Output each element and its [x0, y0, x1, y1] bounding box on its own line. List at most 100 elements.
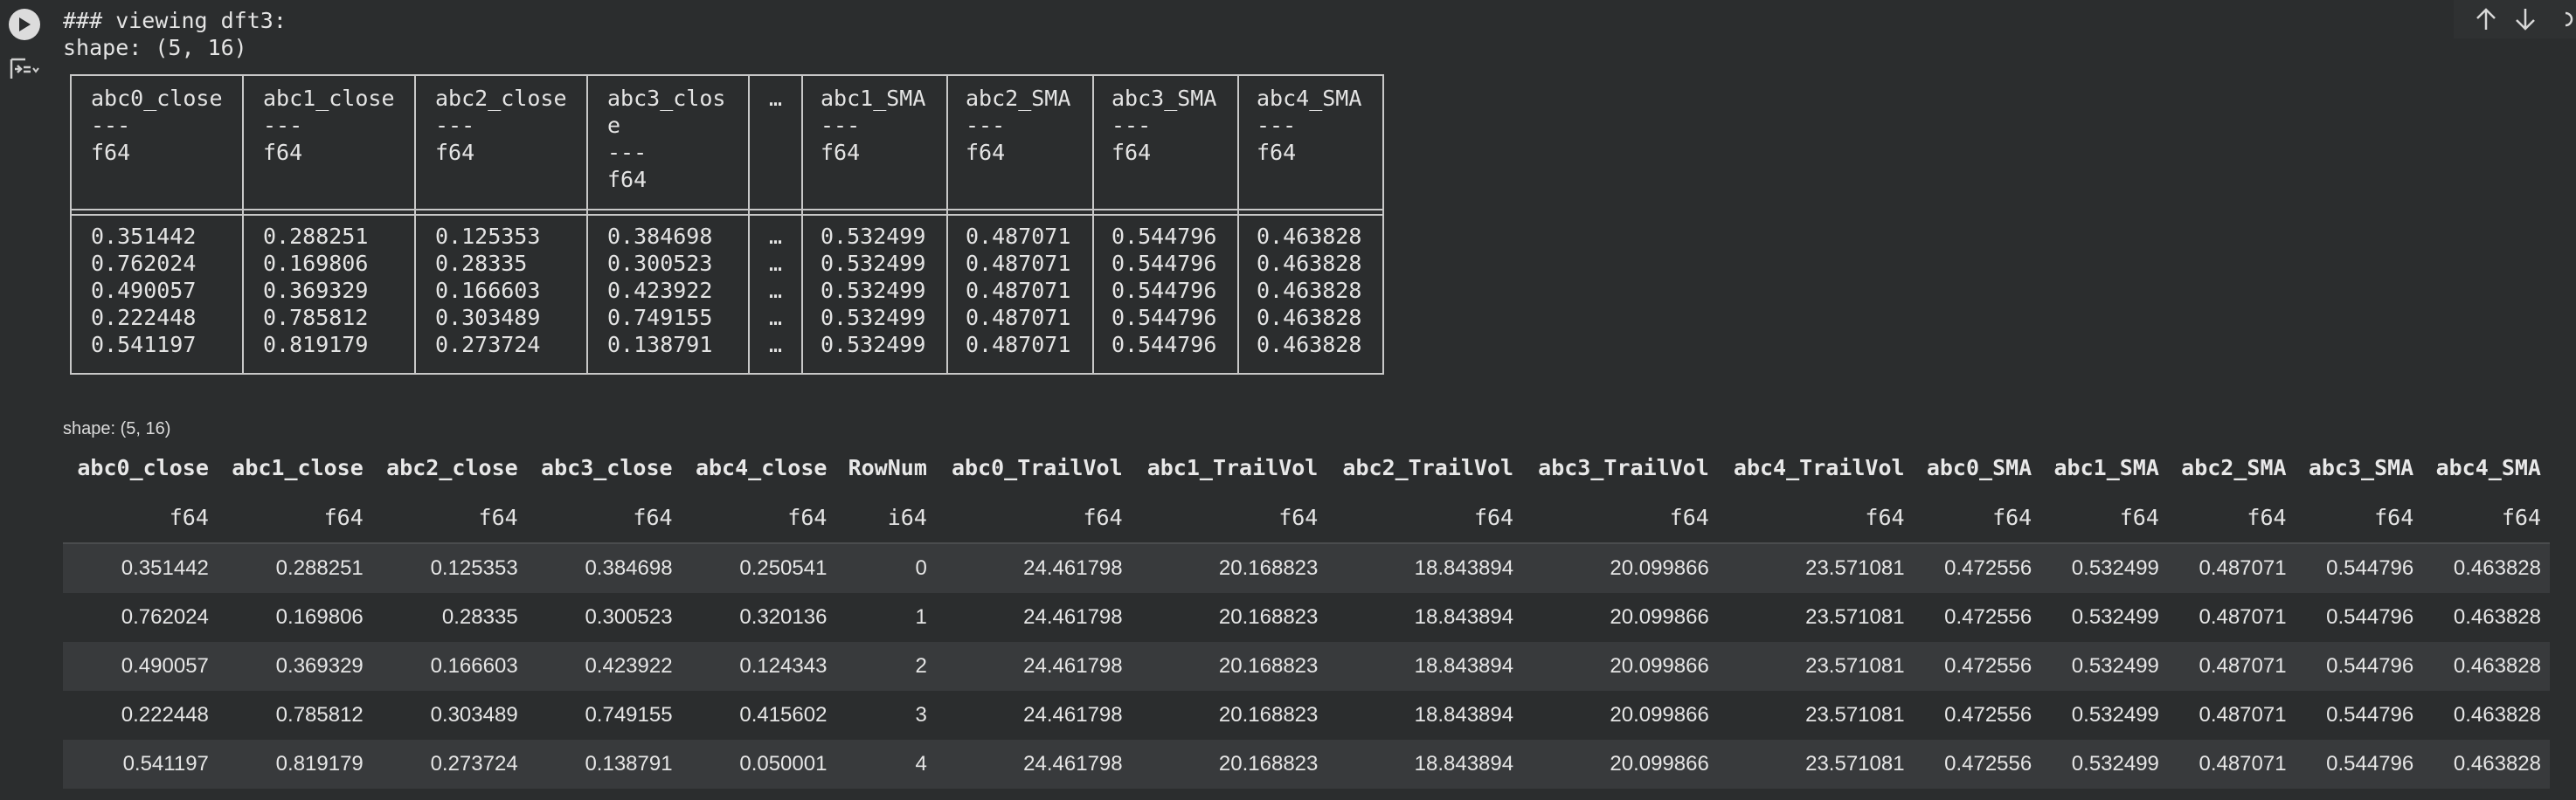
- table-cell: 18.843894: [1326, 543, 1523, 593]
- print-line-title: ### viewing dft3:: [63, 8, 287, 33]
- text-frame-values: 0.384698 0.300523 0.423922 0.749155 0.13…: [607, 224, 713, 357]
- table-cell: 0.532499: [2040, 593, 2168, 642]
- table-cell: 0.762024: [63, 593, 218, 642]
- table-cell: 0.423922: [526, 642, 682, 691]
- table-cell: 0.472556: [1913, 543, 2041, 593]
- table-cell: 0.463828: [2422, 691, 2550, 740]
- link-icon: [2565, 11, 2573, 27]
- column-header: abc1_TrailVol: [1146, 454, 1319, 480]
- table-cell: 0.532499: [2040, 543, 2168, 593]
- table-cell: 0.138791: [526, 740, 682, 789]
- table-cell: 0.320136: [681, 593, 836, 642]
- table-cell: 0.351442: [63, 543, 218, 593]
- copy-link-button[interactable]: [2552, 2, 2576, 37]
- table-cell: 0.384698: [526, 543, 682, 593]
- table-cell: 3: [835, 691, 936, 740]
- table-cell: 0.166603: [371, 642, 527, 691]
- dtype-cell: f64: [935, 492, 1132, 544]
- table-cell: 0.544796: [2295, 642, 2423, 691]
- table-cell: 0.169806: [217, 593, 372, 642]
- table-row: 0.541197 0.819179 0.273724 0.138791 0.050001…: [63, 740, 2550, 789]
- table-cell: 20.099866: [1522, 691, 1718, 740]
- table-cell: 20.099866: [1522, 740, 1718, 789]
- table-cell: 18.843894: [1326, 593, 1523, 642]
- text-frame-column: abc4_SMA --- f64 0.463828 0.463828 0.463…: [1239, 76, 1382, 373]
- dtype-cell: f64: [63, 492, 218, 544]
- table-cell: 0.487071: [2167, 543, 2296, 593]
- dtype-cell: f64: [2295, 492, 2423, 544]
- column-header: abc3_close: [541, 454, 673, 480]
- column-header: abc3_SMA: [2308, 454, 2414, 480]
- table-cell: 20.168823: [1131, 642, 1327, 691]
- table-cell: 0.415602: [681, 691, 836, 740]
- table-cell: 18.843894: [1326, 642, 1523, 691]
- column-header: abc1_close: [232, 454, 364, 480]
- table-cell: 4: [835, 740, 936, 789]
- text-frame-column: abc1_SMA --- f64 0.532499 0.532499 0.532…: [803, 76, 948, 373]
- move-cell-down-button[interactable]: [2514, 2, 2538, 37]
- table-cell: 0.463828: [2422, 642, 2550, 691]
- table-row: 0.490057 0.369329 0.166603 0.423922 0.124343…: [63, 642, 2550, 691]
- text-frame-column: abc0_close --- f64 0.351442 0.762024 0.4…: [72, 76, 244, 373]
- table-cell: 0.472556: [1913, 642, 2041, 691]
- table-cell: 20.099866: [1522, 642, 1718, 691]
- text-frame-values: 0.351442 0.762024 0.490057 0.222448 0.54…: [91, 224, 197, 357]
- table-cell: 0: [835, 543, 936, 593]
- move-cell-up-button[interactable]: [2475, 2, 2498, 37]
- column-header: abc0_TrailVol: [951, 454, 1123, 480]
- table-cell: 0.749155: [526, 691, 682, 740]
- table-cell: 20.168823: [1131, 740, 1327, 789]
- table-cell: 24.461798: [935, 740, 1132, 789]
- cell-toolbar: [2454, 0, 2576, 38]
- table-cell: 0.532499: [2040, 740, 2168, 789]
- table-cell: 24.461798: [935, 642, 1132, 691]
- text-frame-values: 0.463828 0.463828 0.463828 0.463828 0.46…: [1257, 224, 1362, 357]
- table-cell: 0.544796: [2295, 691, 2423, 740]
- table-cell: 20.168823: [1131, 691, 1327, 740]
- text-frame-values: 0.487071 0.487071 0.487071 0.487071 0.48…: [966, 224, 1071, 357]
- column-header: abc2_TrailVol: [1342, 454, 1514, 480]
- table-cell: 0.28335: [371, 593, 527, 642]
- text-frame-header: …: [769, 86, 783, 111]
- text-frame-column: abc3_clos e --- f64 0.384698 0.300523 0.…: [588, 76, 750, 373]
- text-frame-values: 0.532499 0.532499 0.532499 0.532499 0.53…: [821, 224, 926, 357]
- table-cell: 0.303489: [371, 691, 527, 740]
- table-cell: 24.461798: [935, 543, 1132, 593]
- text-frame-values: 0.288251 0.169806 0.369329 0.785812 0.81…: [263, 224, 369, 357]
- text-frame-ellipsis-column: … … … … … …: [750, 76, 803, 373]
- text-frame-header: abc2_SMA --- f64: [966, 86, 1071, 165]
- table-cell: 20.168823: [1131, 593, 1327, 642]
- column-header: abc1_SMA: [2053, 454, 2159, 480]
- print-output: ### viewing dft3: shape: (5, 16): [63, 7, 287, 61]
- text-frame-values: 0.125353 0.28335 0.166603 0.303489 0.273…: [435, 224, 541, 357]
- table-cell: 24.461798: [935, 691, 1132, 740]
- table-cell: 23.571081: [1717, 691, 1914, 740]
- text-frame-header: abc3_clos e --- f64: [607, 86, 726, 192]
- table-cell: 1: [835, 593, 936, 642]
- table-cell: 0.369329: [217, 642, 372, 691]
- table-cell: 0.472556: [1913, 740, 2041, 789]
- dtype-cell: f64: [217, 492, 372, 544]
- run-cell-button[interactable]: [9, 9, 40, 40]
- play-icon: [19, 17, 31, 31]
- table-cell: 0.273724: [371, 740, 527, 789]
- table-cell: 0.472556: [1913, 593, 2041, 642]
- table-cell: 20.099866: [1522, 593, 1718, 642]
- table-cell: 0.463828: [2422, 543, 2550, 593]
- text-frame-header: abc3_SMA --- f64: [1111, 86, 1217, 165]
- dtype-cell: f64: [1326, 492, 1523, 544]
- table-cell: 2: [835, 642, 936, 691]
- dtype-cell: i64: [835, 492, 936, 544]
- text-frame-column: abc1_close --- f64 0.288251 0.169806 0.3…: [244, 76, 416, 373]
- table-cell: 0.463828: [2422, 593, 2550, 642]
- table-cell: 0.472556: [1913, 691, 2041, 740]
- table-row: 0.762024 0.169806 0.28335 0.300523 0.320136 1…: [63, 593, 2550, 642]
- dtype-row: f64 f64 f64 f64 f64 i64 f64 f64 f64 f64 f64 f64 f64 f…: [63, 492, 2550, 544]
- table-cell: 0.288251: [217, 543, 372, 593]
- table-cell: 0.300523: [526, 593, 682, 642]
- output-settings-button[interactable]: [7, 54, 42, 84]
- table-cell: 0.487071: [2167, 740, 2296, 789]
- column-header: abc0_close: [77, 454, 209, 480]
- column-header: abc3_TrailVol: [1538, 454, 1709, 480]
- table-cell: 18.843894: [1326, 691, 1523, 740]
